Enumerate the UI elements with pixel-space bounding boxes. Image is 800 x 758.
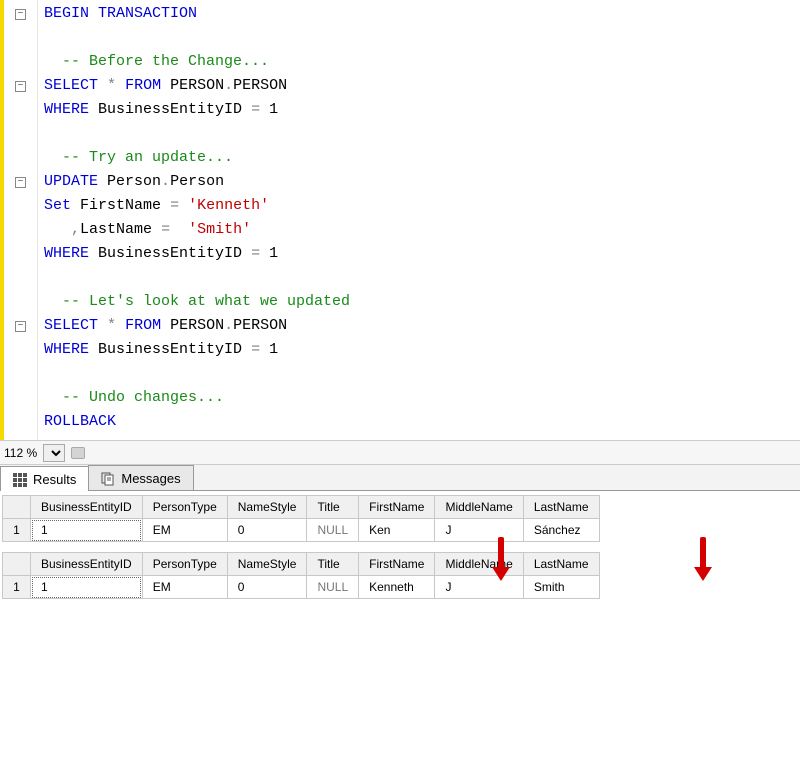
code-line[interactable] (44, 266, 800, 290)
results-tabs: Results Messages (0, 465, 800, 491)
zoom-dropdown[interactable] (43, 444, 65, 462)
code-area[interactable]: BEGIN TRANSACTION -- Before the Change..… (38, 0, 800, 440)
results-pane: BusinessEntityIDPersonTypeNameStyleTitle… (0, 491, 800, 617)
column-header[interactable]: BusinessEntityID (31, 553, 143, 576)
code-line[interactable]: SELECT * FROM PERSON.PERSON (44, 314, 800, 338)
column-header[interactable]: FirstName (359, 553, 435, 576)
zoom-value: 112 % (4, 446, 37, 460)
code-line[interactable]: Set FirstName = 'Kenneth' (44, 194, 800, 218)
code-line[interactable]: WHERE BusinessEntityID = 1 (44, 242, 800, 266)
tab-messages-label: Messages (121, 471, 180, 486)
cell[interactable]: 1 (31, 576, 143, 599)
cell[interactable]: J (435, 576, 523, 599)
fold-toggle[interactable]: − (15, 81, 26, 92)
column-header[interactable]: BusinessEntityID (31, 496, 143, 519)
cell[interactable]: 1 (31, 519, 143, 542)
gutter: − − − − (0, 0, 38, 440)
column-header[interactable]: NameStyle (227, 553, 307, 576)
fold-toggle[interactable]: − (15, 177, 26, 188)
cell[interactable]: Smith (523, 576, 599, 599)
column-header[interactable]: LastName (523, 496, 599, 519)
code-line[interactable]: -- Undo changes... (44, 386, 800, 410)
column-header[interactable]: FirstName (359, 496, 435, 519)
code-line[interactable]: -- Try an update... (44, 146, 800, 170)
cell[interactable]: EM (142, 576, 227, 599)
messages-icon (101, 472, 115, 486)
cell[interactable]: EM (142, 519, 227, 542)
cell[interactable]: 0 (227, 519, 307, 542)
code-line[interactable]: ,LastName = 'Smith' (44, 218, 800, 242)
annotation-arrow (694, 537, 712, 581)
cell[interactable]: NULL (307, 576, 359, 599)
code-line[interactable]: ROLLBACK (44, 410, 800, 434)
column-header[interactable]: LastName (523, 553, 599, 576)
code-line[interactable] (44, 26, 800, 50)
cell[interactable]: Kenneth (359, 576, 435, 599)
result-grid[interactable]: BusinessEntityIDPersonTypeNameStyleTitle… (2, 552, 600, 599)
column-header[interactable]: Title (307, 553, 359, 576)
code-line[interactable]: -- Let's look at what we updated (44, 290, 800, 314)
column-header[interactable]: MiddleName (435, 496, 523, 519)
table-row[interactable]: 11EM0NULLKenJSánchez (3, 519, 600, 542)
cell[interactable]: J (435, 519, 523, 542)
cell[interactable]: NULL (307, 519, 359, 542)
table-row[interactable]: 11EM0NULLKennethJSmith (3, 576, 600, 599)
fold-toggle[interactable]: − (15, 9, 26, 20)
tab-messages[interactable]: Messages (88, 465, 193, 490)
cell[interactable]: Sánchez (523, 519, 599, 542)
sql-editor[interactable]: − − − − BEGIN TRANSACTION -- Before the Cha… (0, 0, 800, 441)
code-line[interactable]: BEGIN TRANSACTION (44, 2, 800, 26)
code-line[interactable]: WHERE BusinessEntityID = 1 (44, 338, 800, 362)
horizontal-scroll-thumb[interactable] (71, 447, 85, 459)
tab-results-label: Results (33, 472, 76, 487)
code-line[interactable] (44, 122, 800, 146)
column-header[interactable]: PersonType (142, 496, 227, 519)
column-header[interactable]: Title (307, 496, 359, 519)
code-line[interactable]: SELECT * FROM PERSON.PERSON (44, 74, 800, 98)
zoom-bar: 112 % (0, 441, 800, 465)
column-header[interactable]: MiddleName (435, 553, 523, 576)
code-line[interactable] (44, 362, 800, 386)
grid-icon (13, 473, 27, 487)
column-header[interactable]: PersonType (142, 553, 227, 576)
code-line[interactable]: UPDATE Person.Person (44, 170, 800, 194)
column-header[interactable]: NameStyle (227, 496, 307, 519)
result-grid[interactable]: BusinessEntityIDPersonTypeNameStyleTitle… (2, 495, 600, 542)
cell[interactable]: 0 (227, 576, 307, 599)
code-line[interactable]: WHERE BusinessEntityID = 1 (44, 98, 800, 122)
code-line[interactable]: -- Before the Change... (44, 50, 800, 74)
cell[interactable]: Ken (359, 519, 435, 542)
tab-results[interactable]: Results (0, 466, 89, 491)
fold-toggle[interactable]: − (15, 321, 26, 332)
